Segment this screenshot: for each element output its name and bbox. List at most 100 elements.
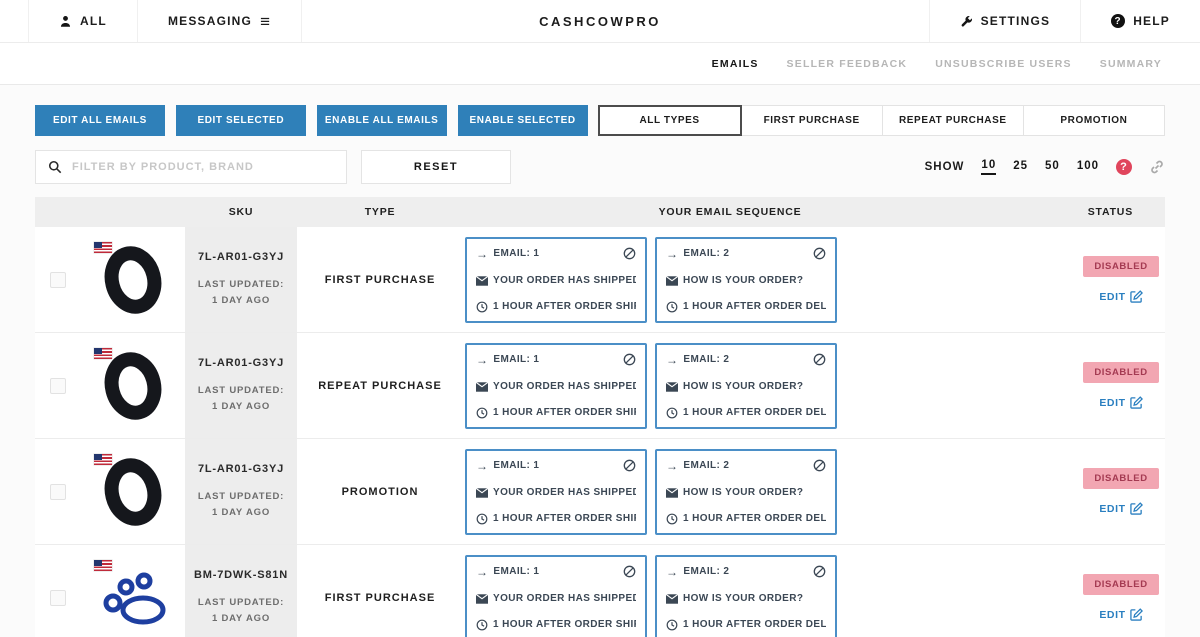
type-tab-all-types[interactable]: ALL TYPES xyxy=(598,105,742,136)
tab-seller-feedback[interactable]: SELLER FEEDBACK xyxy=(787,58,908,70)
header-sku: SKU xyxy=(185,206,297,218)
disabled-ban-icon xyxy=(813,459,826,472)
disabled-ban-icon xyxy=(813,565,826,578)
envelope-icon xyxy=(666,594,678,604)
email-type: FIRST PURCHASE xyxy=(297,227,463,332)
hamburger-icon: ≡ xyxy=(260,13,271,30)
arrow-icon: → xyxy=(476,459,488,473)
email-timing: 1 HOUR AFTER ORDER SHIPPED xyxy=(493,407,636,418)
edit-link[interactable]: EDIT xyxy=(1083,396,1159,409)
email-timing: 1 HOUR AFTER ORDER SHIPPED xyxy=(493,301,636,312)
envelope-icon xyxy=(666,276,678,286)
email-card-1[interactable]: →EMAIL: 1 YOUR ORDER HAS SHIPPED... 1 HO… xyxy=(465,343,647,429)
disabled-ban-icon xyxy=(623,353,636,366)
email-card-1[interactable]: →EMAIL: 1 YOUR ORDER HAS SHIPPED... 1 HO… xyxy=(465,449,647,535)
clock-icon xyxy=(476,407,488,419)
type-tab-first-purchase[interactable]: FIRST PURCHASE xyxy=(741,105,883,136)
row-checkbox[interactable] xyxy=(50,590,66,606)
help-badge-icon[interactable]: ? xyxy=(1116,159,1132,175)
email-card-title: EMAIL: 2 xyxy=(683,354,729,365)
search-icon xyxy=(48,160,62,174)
clock-icon xyxy=(666,301,678,313)
edit-link[interactable]: EDIT xyxy=(1083,502,1159,515)
email-card-2[interactable]: →EMAIL: 2 HOW IS YOUR ORDER? 1 HOUR AFTE… xyxy=(655,343,837,429)
edit-icon xyxy=(1130,608,1143,621)
row-checkbox[interactable] xyxy=(50,484,66,500)
email-timing: 1 HOUR AFTER ORDER DELIVERED xyxy=(683,513,826,524)
edit-link[interactable]: EDIT xyxy=(1083,290,1159,303)
wrench-icon xyxy=(960,15,973,28)
pagination-controls: SHOW 10 25 50 100 ? xyxy=(925,159,1165,175)
product-image-rings-set xyxy=(92,554,174,637)
envelope-icon xyxy=(476,488,488,498)
edit-icon xyxy=(1130,502,1143,515)
clock-icon xyxy=(476,301,488,313)
filter-row: RESET SHOW 10 25 50 100 ? xyxy=(35,150,1165,184)
email-card-title: EMAIL: 1 xyxy=(493,248,539,259)
tab-emails[interactable]: EMAILS xyxy=(712,58,759,70)
show-option-50[interactable]: 50 xyxy=(1045,160,1060,174)
status-badge: DISABLED xyxy=(1083,574,1159,595)
header-email-sequence: YOUR EMAIL SEQUENCE xyxy=(463,206,997,218)
arrow-icon: → xyxy=(476,247,488,261)
tab-unsubscribe-users[interactable]: UNSUBSCRIBE USERS xyxy=(935,58,1072,70)
clock-icon xyxy=(666,407,678,419)
search-box xyxy=(35,150,347,184)
table-row: 7L-AR01-G3YJ LAST UPDATED:1 DAY AGO PROM… xyxy=(35,439,1165,545)
email-type: PROMOTION xyxy=(297,439,463,544)
email-card-1[interactable]: →EMAIL: 1 YOUR ORDER HAS SHIPPED... 1 HO… xyxy=(465,555,647,637)
type-tab-repeat-purchase[interactable]: REPEAT PURCHASE xyxy=(882,105,1024,136)
product-image-ring xyxy=(92,236,174,324)
table-row: 7L-AR01-G3YJ LAST UPDATED:1 DAY AGO FIRS… xyxy=(35,227,1165,333)
email-card-title: EMAIL: 2 xyxy=(683,248,729,259)
nav-messaging-label: MESSAGING xyxy=(168,14,252,28)
edit-label: EDIT xyxy=(1099,503,1125,515)
email-card-title: EMAIL: 2 xyxy=(683,566,729,577)
email-card-1[interactable]: → EMAIL: 1 YOUR ORDER HAS SHIPPED... 1 HO… xyxy=(465,237,647,323)
enable-all-emails-button[interactable]: ENABLE ALL EMAILS xyxy=(317,105,447,136)
clock-icon xyxy=(476,619,488,631)
nav-help[interactable]: ? HELP xyxy=(1080,0,1200,42)
clock-icon xyxy=(476,513,488,525)
edit-link[interactable]: EDIT xyxy=(1083,608,1159,621)
main-content: EDIT ALL EMAILS EDIT SELECTED ENABLE ALL… xyxy=(0,85,1200,637)
edit-icon xyxy=(1130,290,1143,303)
email-card-2[interactable]: →EMAIL: 2 HOW IS YOUR ORDER? 1 HOUR AFTE… xyxy=(655,555,837,637)
last-updated-label: LAST UPDATED: xyxy=(198,385,284,396)
envelope-icon xyxy=(666,382,678,392)
edit-label: EDIT xyxy=(1099,291,1125,303)
help-icon: ? xyxy=(1111,14,1125,28)
email-subject: YOUR ORDER HAS SHIPPED... xyxy=(493,275,636,286)
status-badge: DISABLED xyxy=(1083,362,1159,383)
email-timing: 1 HOUR AFTER ORDER SHIPPED xyxy=(493,619,636,630)
product-image-ring xyxy=(92,342,174,430)
type-tab-promotion[interactable]: PROMOTION xyxy=(1023,105,1165,136)
tab-summary[interactable]: SUMMARY xyxy=(1100,58,1162,70)
us-flag-icon xyxy=(94,454,112,465)
filter-input[interactable] xyxy=(72,161,334,173)
edit-selected-button[interactable]: EDIT SELECTED xyxy=(176,105,306,136)
us-flag-icon xyxy=(94,560,112,571)
last-updated-value: 1 DAY AGO xyxy=(212,295,270,306)
row-checkbox[interactable] xyxy=(50,378,66,394)
envelope-icon xyxy=(476,276,488,286)
email-card-2[interactable]: →EMAIL: 2 HOW IS YOUR ORDER? 1 HOUR AFTE… xyxy=(655,449,837,535)
last-updated-value: 1 DAY AGO xyxy=(212,613,270,624)
edit-all-emails-button[interactable]: EDIT ALL EMAILS xyxy=(35,105,165,136)
email-card-2[interactable]: →EMAIL: 2 HOW IS YOUR ORDER? 1 HOUR AFTE… xyxy=(655,237,837,323)
envelope-icon xyxy=(666,488,678,498)
last-updated-label: LAST UPDATED: xyxy=(198,279,284,290)
row-checkbox[interactable] xyxy=(50,272,66,288)
show-option-10[interactable]: 10 xyxy=(981,159,996,175)
nav-messaging[interactable]: MESSAGING ≡ xyxy=(138,0,302,42)
show-option-100[interactable]: 100 xyxy=(1077,160,1099,174)
reset-button[interactable]: RESET xyxy=(361,150,511,184)
enable-selected-button[interactable]: ENABLE SELECTED xyxy=(458,105,588,136)
sku-cell: 7L-AR01-G3YJ LAST UPDATED:1 DAY AGO xyxy=(185,439,297,544)
link-icon[interactable] xyxy=(1149,159,1165,175)
nav-all[interactable]: ALL xyxy=(28,0,138,42)
nav-all-label: ALL xyxy=(80,14,107,28)
arrow-icon: → xyxy=(666,353,678,367)
nav-settings[interactable]: SETTINGS xyxy=(929,0,1081,42)
show-option-25[interactable]: 25 xyxy=(1013,160,1028,174)
